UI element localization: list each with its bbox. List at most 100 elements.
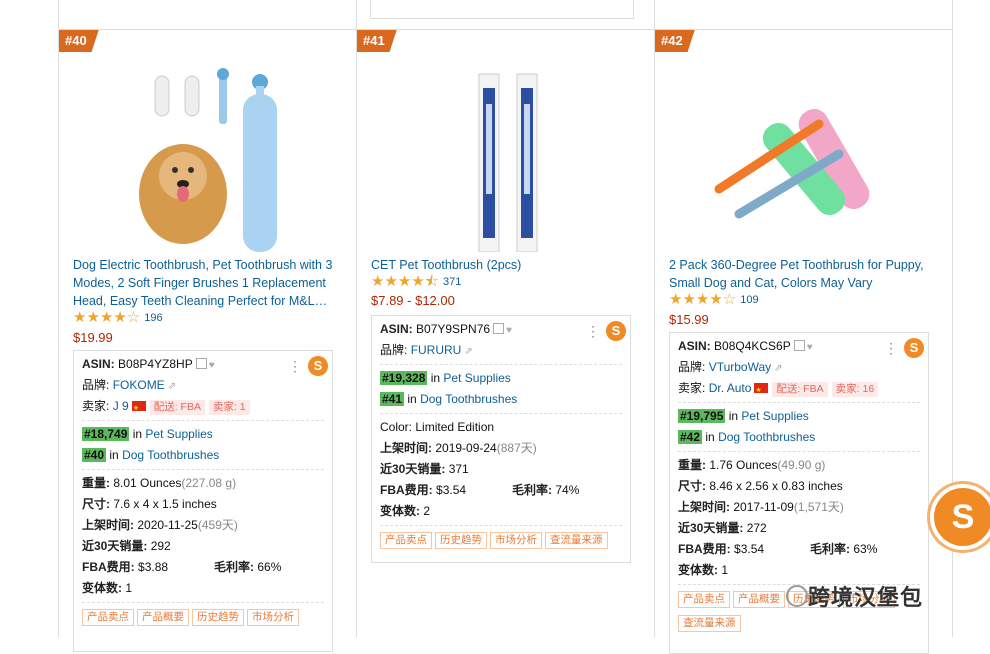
fba-label: FBA费用: bbox=[678, 542, 731, 556]
fba-value: $3.88 bbox=[138, 560, 169, 574]
asin-value: B08Q4KCS6P bbox=[714, 339, 791, 353]
product-title[interactable]: Dog Electric Toothbrush, Pet Toothbrush … bbox=[73, 256, 343, 310]
tag-summary[interactable]: 产品概要 bbox=[137, 609, 189, 626]
star-half-icon: ⯪ bbox=[424, 273, 440, 290]
asin-label: ASIN: bbox=[82, 357, 115, 371]
rank-badge: #42 bbox=[655, 30, 695, 52]
margin-label: 毛利率: bbox=[214, 560, 254, 574]
size-value: 8.46 x 2.56 x 0.83 inches bbox=[709, 479, 843, 493]
weight-alt: (227.08 g) bbox=[181, 476, 237, 490]
seller-link[interactable]: Dr. Auto bbox=[709, 381, 752, 395]
tag-selling-points[interactable]: 产品卖点 bbox=[678, 591, 730, 608]
sales-label: 近30天销量: bbox=[678, 521, 744, 535]
copy-icon[interactable] bbox=[493, 323, 505, 334]
sales-value: 292 bbox=[150, 539, 171, 553]
asin-value: B08P4YZ8HP bbox=[118, 357, 193, 371]
review-count[interactable]: 196 bbox=[144, 312, 162, 324]
weight-alt: (49.90 g) bbox=[777, 458, 826, 472]
tag-history[interactable]: 历史趋势 bbox=[435, 532, 487, 549]
sales-label: 近30天销量: bbox=[82, 539, 148, 553]
margin-label: 毛利率: bbox=[512, 483, 552, 497]
listed-days: (459天) bbox=[197, 518, 238, 532]
seller-count-tag: 卖家: 1 bbox=[208, 400, 250, 415]
brand-label: 品牌: bbox=[82, 378, 110, 392]
color-value: Limited Edition bbox=[415, 420, 495, 434]
tag-selling-points[interactable]: 产品卖点 bbox=[82, 609, 134, 626]
previous-card-panel bbox=[370, 0, 634, 19]
tag-history[interactable]: 历史趋势 bbox=[192, 609, 244, 626]
rank-badge: #40 bbox=[59, 30, 99, 52]
in-text: in bbox=[109, 448, 119, 462]
subcategory-link[interactable]: Dog Toothbrushes bbox=[122, 448, 219, 462]
review-count[interactable]: 109 bbox=[740, 294, 758, 306]
product-image[interactable] bbox=[669, 64, 939, 252]
tag-selling-points[interactable]: 产品卖点 bbox=[380, 532, 432, 549]
listed-date: 2017-11-09 bbox=[733, 500, 794, 514]
external-link-icon[interactable]: ⇗ bbox=[464, 346, 472, 357]
asin-label: ASIN: bbox=[380, 322, 413, 336]
star-empty-icon: ☆ bbox=[126, 309, 141, 326]
subcategory-link[interactable]: Dog Toothbrushes bbox=[420, 392, 517, 406]
heart-icon[interactable]: ♥ bbox=[209, 360, 215, 371]
info-panel: S ⋮ ASIN: B07Y9SPN76 ♥ 品牌: FURURU ⇗ #19,32… bbox=[371, 315, 631, 563]
brand-link[interactable]: VTurboWay bbox=[709, 360, 771, 374]
category-link[interactable]: Pet Supplies bbox=[145, 427, 212, 441]
heart-icon[interactable]: ♥ bbox=[506, 325, 512, 336]
variants-label: 变体数: bbox=[678, 563, 718, 577]
copy-icon[interactable] bbox=[793, 340, 805, 351]
fulfillment-tag: 配送: FBA bbox=[772, 382, 828, 397]
brand-link[interactable]: FURURU bbox=[411, 343, 462, 357]
asin-value: B07Y9SPN76 bbox=[416, 322, 491, 336]
product-image[interactable] bbox=[371, 64, 641, 252]
heart-icon[interactable]: ♥ bbox=[807, 342, 813, 353]
in-text: in bbox=[430, 371, 441, 385]
category-link[interactable]: Pet Supplies bbox=[741, 409, 808, 423]
tag-market[interactable]: 市场分析 bbox=[490, 532, 542, 549]
in-text: in bbox=[705, 430, 715, 444]
star-rating: ★★★★ ⯪ 371 bbox=[371, 274, 461, 289]
star-icon: ★★★★ bbox=[371, 273, 425, 290]
listed-date: 2020-11-25 bbox=[137, 518, 198, 532]
tag-summary[interactable]: 产品概要 bbox=[733, 591, 785, 608]
subcategory-link[interactable]: Dog Toothbrushes bbox=[718, 430, 815, 444]
info-panel: S ⋮ ASIN: B08P4YZ8HP ♥ 品牌: FOKOME ⇗ 卖家: J … bbox=[73, 350, 333, 652]
china-flag-icon bbox=[131, 398, 146, 419]
fba-value: $3.54 bbox=[436, 483, 467, 497]
fba-value: $3.54 bbox=[734, 542, 765, 556]
weight-value: 8.01 Ounces bbox=[113, 476, 182, 490]
wechat-icon bbox=[786, 585, 808, 607]
review-count[interactable]: 371 bbox=[443, 276, 461, 288]
weight-label: 重量: bbox=[678, 458, 706, 472]
tag-traffic-source[interactable]: 查流量来源 bbox=[545, 532, 608, 549]
bsr-rank: #19,328 bbox=[380, 371, 428, 385]
variants-value: 2 bbox=[423, 504, 431, 518]
variants-value: 1 bbox=[125, 581, 133, 595]
fba-label: FBA费用: bbox=[82, 560, 135, 574]
price: $7.89 - $12.00 bbox=[371, 293, 455, 308]
star-icon: ★★★★ bbox=[669, 291, 723, 308]
floating-extension-logo-icon[interactable]: S bbox=[930, 484, 990, 550]
tag-market[interactable]: 市场分析 bbox=[247, 609, 299, 626]
brand-link[interactable]: FOKOME bbox=[113, 378, 165, 392]
copy-icon[interactable] bbox=[195, 358, 207, 369]
price: $19.99 bbox=[73, 330, 113, 345]
product-title[interactable]: 2 Pack 360-Degree Pet Toothbrush for Pup… bbox=[669, 256, 939, 292]
external-link-icon[interactable]: ⇗ bbox=[168, 381, 176, 392]
bsr-rank: #18,749 bbox=[82, 427, 130, 441]
bsr-rank: #19,795 bbox=[678, 409, 726, 423]
product-image[interactable] bbox=[73, 64, 343, 252]
seller-link[interactable]: J 9 bbox=[113, 399, 129, 413]
in-text: in bbox=[132, 427, 143, 441]
star-empty-icon: ☆ bbox=[722, 291, 737, 308]
variants-label: 变体数: bbox=[380, 504, 420, 518]
category-link[interactable]: Pet Supplies bbox=[443, 371, 510, 385]
star-rating: ★★★★ ☆ 109 bbox=[669, 292, 759, 307]
size-value: 7.6 x 4 x 1.5 inches bbox=[113, 497, 217, 511]
fulfillment-tag: 配送: FBA bbox=[149, 400, 205, 415]
product-title[interactable]: CET Pet Toothbrush (2pcs) bbox=[371, 256, 641, 274]
star-rating: ★★★★ ☆ 196 bbox=[73, 310, 163, 325]
external-link-icon[interactable]: ⇗ bbox=[774, 363, 782, 374]
asin-label: ASIN: bbox=[678, 339, 711, 353]
listed-date: 2019-09-24 bbox=[435, 441, 497, 455]
tag-traffic-source[interactable]: 查流量来源 bbox=[678, 615, 741, 632]
